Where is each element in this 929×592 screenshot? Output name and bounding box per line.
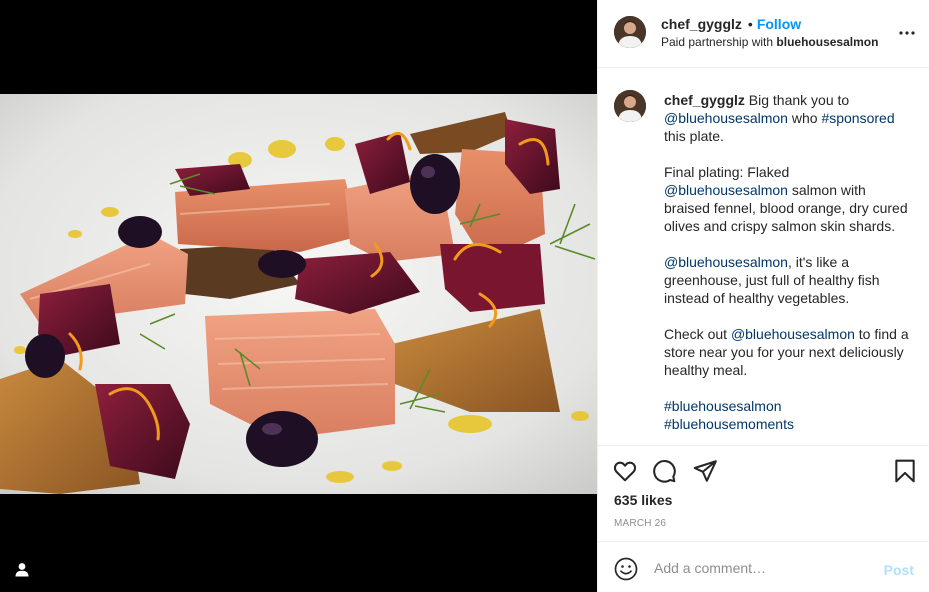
caption-text: who <box>787 110 822 126</box>
hashtag-link[interactable]: #sponsored <box>821 110 894 126</box>
paid-partnership-label: Paid partnership with bluehousesalmon <box>661 35 878 49</box>
caption-text: this plate. <box>664 128 724 144</box>
mention-link[interactable]: @bluehousesalmon <box>731 326 855 342</box>
caption-avatar[interactable] <box>614 90 646 122</box>
post-author: chef_gygglz • Follow <box>661 16 801 32</box>
mention-link[interactable]: @bluehousesalmon <box>664 110 788 126</box>
post-details-panel: chef_gygglz • Follow Paid partnership with… <box>597 0 929 592</box>
mention-link[interactable]: @bluehousesalmon <box>664 182 788 198</box>
post-actions: 635 likes MARCH 26 <box>598 445 929 541</box>
follow-button[interactable]: Follow <box>757 16 801 32</box>
more-options-icon[interactable] <box>898 24 916 42</box>
partner-link[interactable]: bluehousesalmon <box>776 35 878 49</box>
post-media[interactable] <box>0 0 597 592</box>
caption-text: Final plating: Flaked <box>664 164 790 180</box>
caption-username[interactable]: chef_gygglz <box>664 92 745 108</box>
post-header: chef_gygglz • Follow Paid partnership with… <box>598 0 929 68</box>
heart-icon[interactable] <box>612 458 638 484</box>
bookmark-icon[interactable] <box>892 458 918 484</box>
caption-paragraph-3: @bluehousesalmon, it's like a greenhouse… <box>664 253 914 307</box>
post-comment-button[interactable]: Post <box>884 562 914 578</box>
add-comment-bar: Post <box>598 541 929 592</box>
hashtag-link[interactable]: #bluehousemoments <box>664 416 794 432</box>
partnership-prefix: Paid partnership with <box>661 35 774 49</box>
post-caption: chef_gygglz Big thank you to @bluehouses… <box>664 91 914 433</box>
caption-text: Check out <box>664 326 731 342</box>
caption-paragraph-4: Check out @bluehousesalmon to find a sto… <box>664 325 914 379</box>
mention-link[interactable]: @bluehousesalmon <box>664 254 788 270</box>
hashtag-link[interactable]: #bluehousesalmon <box>664 398 782 414</box>
post-photo[interactable] <box>0 94 597 494</box>
separator-dot: • <box>747 16 753 32</box>
emoji-icon[interactable] <box>614 557 638 581</box>
post-date[interactable]: MARCH 26 <box>614 518 666 529</box>
likes-count[interactable]: 635 likes <box>614 492 672 508</box>
comment-icon[interactable] <box>651 458 677 484</box>
share-icon[interactable] <box>692 458 718 484</box>
caption-text: Big thank you to <box>744 92 850 108</box>
avatar[interactable] <box>614 16 646 48</box>
user-tag-icon[interactable] <box>13 561 31 579</box>
comment-input[interactable] <box>654 556 874 580</box>
caption-hashtags: #bluehousesalmon #bluehousemoments <box>664 397 914 433</box>
author-username[interactable]: chef_gygglz <box>661 16 742 32</box>
caption-paragraph-1: chef_gygglz Big thank you to @bluehouses… <box>664 91 914 145</box>
salmon-dish-image <box>0 94 597 494</box>
comments-section[interactable]: chef_gygglz Big thank you to @bluehouses… <box>598 69 929 445</box>
caption-paragraph-2: Final plating: Flaked @bluehousesalmon s… <box>664 163 914 235</box>
